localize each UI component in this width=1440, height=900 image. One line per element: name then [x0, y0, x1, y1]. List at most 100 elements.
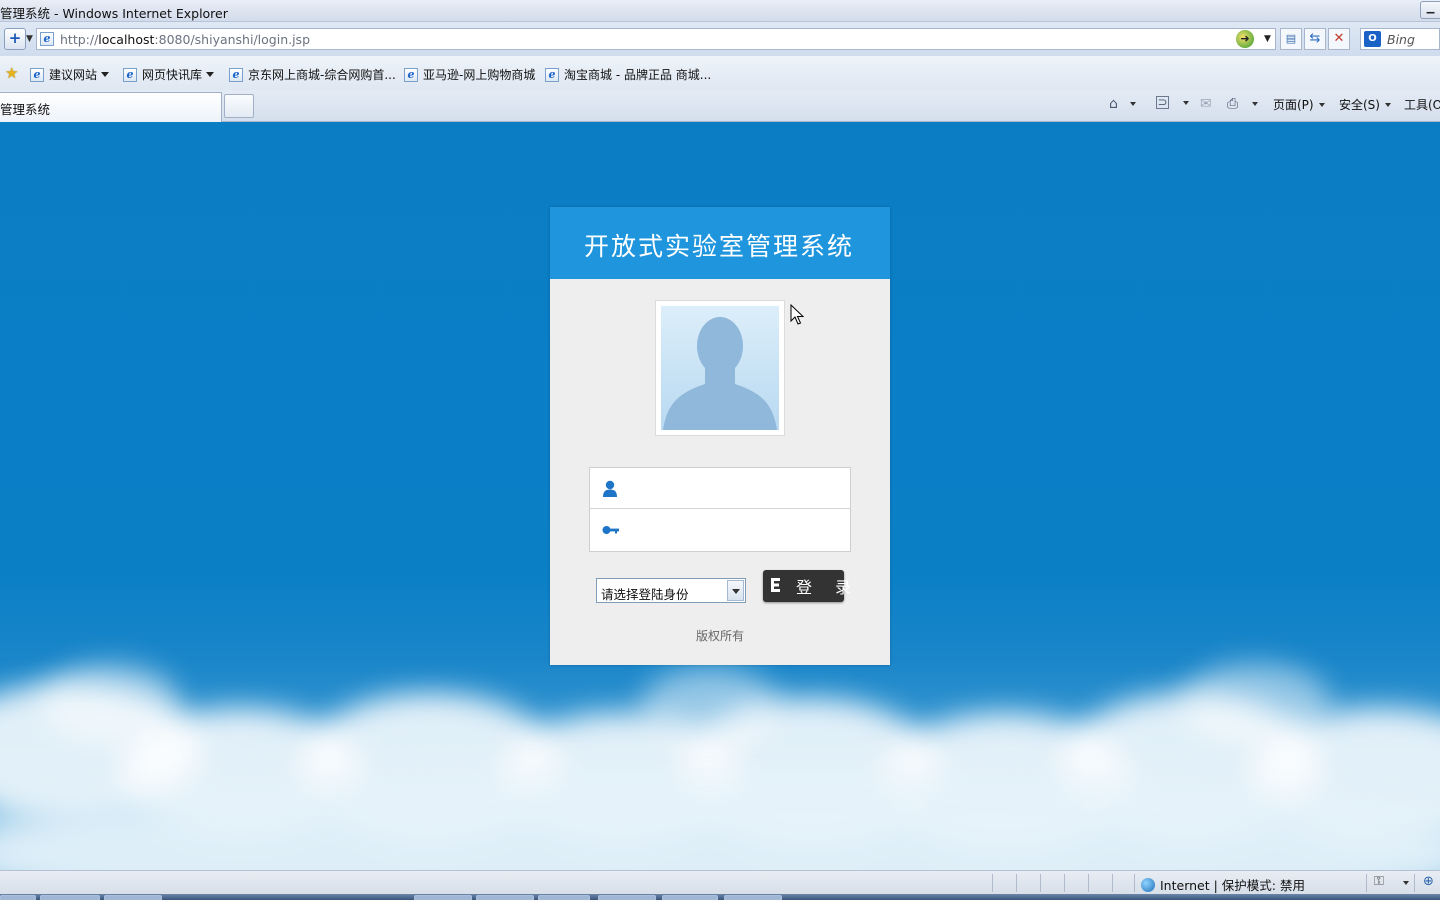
role-select[interactable]: 请选择登陆身份 [596, 578, 746, 603]
page-menu[interactable]: 页面(P) [1273, 96, 1325, 113]
password-input[interactable] [624, 516, 844, 544]
taskbar-button[interactable] [40, 895, 100, 900]
tab-active[interactable]: 管理系统 [0, 92, 222, 122]
chevron-down-icon [1318, 102, 1325, 107]
address-bar: + ▼ e http://localhost:8080/shiyanshi/lo… [0, 22, 1440, 56]
chevron-down-icon[interactable] [1403, 881, 1409, 885]
login-button[interactable]: 登 录 [763, 570, 851, 602]
back-arrow-icon: + [8, 29, 22, 47]
fav-label: 淘宝商城 - 品牌正品 商城... [564, 68, 712, 82]
taskbar-button[interactable] [414, 895, 472, 900]
rss-feed-icon: ⊃ [1156, 95, 1169, 109]
tools-menu[interactable]: 工具(O) [1404, 96, 1440, 113]
ie-page-icon: e [545, 67, 559, 82]
home-button[interactable]: ⌂ [1109, 96, 1136, 112]
chevron-down-icon [101, 72, 110, 77]
search-provider-icon: O [1364, 31, 1381, 47]
login-button-label: 登 录 [796, 578, 861, 597]
taskbar-button[interactable] [662, 895, 718, 900]
ie-page-icon: e [404, 67, 418, 82]
taskbar-button[interactable] [104, 895, 162, 900]
refresh-button[interactable]: ⇆ [1304, 28, 1326, 50]
chevron-down-icon[interactable] [727, 580, 744, 601]
tab-bar: 管理系统 [0, 90, 1440, 122]
role-select-value: 请选择登陆身份 [601, 587, 689, 602]
safety-menu[interactable]: 安全(S) [1339, 96, 1391, 113]
taskbar-button[interactable] [0, 895, 36, 900]
tab-label: 管理系统 [0, 102, 51, 117]
user-icon [602, 480, 618, 501]
credentials-box [589, 467, 851, 552]
login-icon [768, 577, 786, 596]
username-input[interactable] [624, 474, 844, 502]
login-panel: 开放式实验室管理系统 请选择登陆身份 登 录 版权所有 [550, 207, 890, 665]
minimize-icon[interactable]: ▁ [1420, 1, 1440, 19]
security-zone-text: Internet | 保护模式: 禁用 [1160, 878, 1305, 893]
new-tab-button[interactable] [224, 94, 254, 118]
compatibility-go-icon[interactable]: ➜ [1236, 30, 1254, 48]
fav-item-jd[interactable]: e 京东网上商城-综合网购首... [229, 66, 396, 83]
window-title: 管理系统 - Windows Internet Explorer [0, 6, 228, 21]
mail-button[interactable]: ✉ [1200, 96, 1212, 112]
url-dropdown-icon[interactable]: ▼ [1264, 34, 1271, 44]
page-menu-label: 页面(P) [1273, 98, 1314, 112]
security-zone[interactable]: Internet | 保护模式: 禁用 [1141, 875, 1305, 894]
system-title: 开放式实验室管理系统 [584, 232, 855, 261]
fav-label: 京东网上商城-综合网购首... [248, 68, 396, 82]
chevron-down-icon [1129, 102, 1136, 106]
fav-item-suggested[interactable]: e 建议网站 [30, 66, 110, 83]
user-silhouette-icon [661, 306, 779, 430]
mail-icon: ✉ [1200, 96, 1212, 112]
fav-label: 网页快讯库 [142, 68, 203, 82]
zoom-icon[interactable]: ⊕ [1423, 874, 1434, 889]
fav-label: 亚马逊-网上购物商城 [423, 68, 536, 82]
password-row [590, 510, 850, 551]
chevron-down-icon [206, 72, 215, 77]
status-bar: Internet | 保护模式: 禁用 ⚿ ⊕ [0, 870, 1440, 894]
url-text[interactable]: http://localhost:8080/shiyanshi/login.js… [60, 32, 310, 47]
compat-view-button[interactable]: ▤ [1280, 28, 1302, 50]
search-placeholder: Bing [1387, 32, 1415, 47]
avatar [655, 300, 785, 436]
print-button[interactable]: ⎙ [1227, 96, 1259, 112]
home-icon: ⌂ [1109, 96, 1118, 112]
copyright-text: 版权所有 [695, 629, 744, 643]
taskbar [0, 894, 1440, 900]
back-button[interactable]: + [4, 28, 26, 50]
url-field[interactable]: e http://localhost:8080/shiyanshi/login.… [36, 28, 1276, 50]
chevron-down-icon [1384, 102, 1391, 107]
fav-item-webslice[interactable]: e 网页快讯库 [123, 66, 215, 83]
stop-icon: ✕ [1333, 31, 1345, 46]
key-icon [602, 524, 620, 538]
stop-button[interactable]: ✕ [1328, 28, 1350, 50]
globe-icon [1141, 877, 1155, 892]
taskbar-button[interactable] [724, 895, 782, 900]
login-header: 开放式实验室管理系统 [550, 207, 890, 279]
page-ie-icon: e [40, 32, 54, 46]
compat-view-icon: ▤ [1285, 32, 1297, 45]
taskbar-button[interactable] [598, 895, 656, 900]
ie-page-icon: e [123, 67, 137, 82]
page-viewport: 开放式实验室管理系统 请选择登陆身份 登 录 版权所有 [0, 123, 1440, 870]
search-field[interactable]: O Bing [1360, 28, 1440, 50]
chevron-down-icon [1252, 102, 1259, 106]
printer-icon: ⎙ [1227, 96, 1239, 112]
title-bar: 管理系统 - Windows Internet Explorer ▁ [0, 0, 1440, 22]
protected-mode-icon[interactable]: ⚿ [1374, 874, 1384, 889]
taskbar-button[interactable] [476, 895, 534, 900]
favorites-star-icon[interactable]: ★ [5, 65, 18, 81]
safety-menu-label: 安全(S) [1339, 98, 1380, 112]
fav-label: 建议网站 [49, 68, 98, 82]
mouse-cursor-icon [790, 303, 805, 329]
username-row [590, 468, 850, 509]
history-dropdown-icon[interactable]: ▼ [26, 34, 33, 44]
ie-page-icon: e [30, 67, 44, 82]
chevron-down-icon [1183, 100, 1189, 105]
tools-menu-label: 工具(O) [1404, 98, 1440, 112]
fav-item-taobao[interactable]: e 淘宝商城 - 品牌正品 商城... [545, 66, 711, 83]
favorites-bar: ★ e 建议网站 e 网页快讯库 e 京东网上商城-综合网购首... e 亚马逊… [0, 56, 1440, 90]
fav-item-amazon[interactable]: e 亚马逊-网上购物商城 [404, 66, 535, 83]
refresh-icon: ⇆ [1309, 31, 1321, 46]
feeds-button[interactable]: ⊃ [1156, 96, 1189, 109]
taskbar-button[interactable] [538, 895, 590, 900]
